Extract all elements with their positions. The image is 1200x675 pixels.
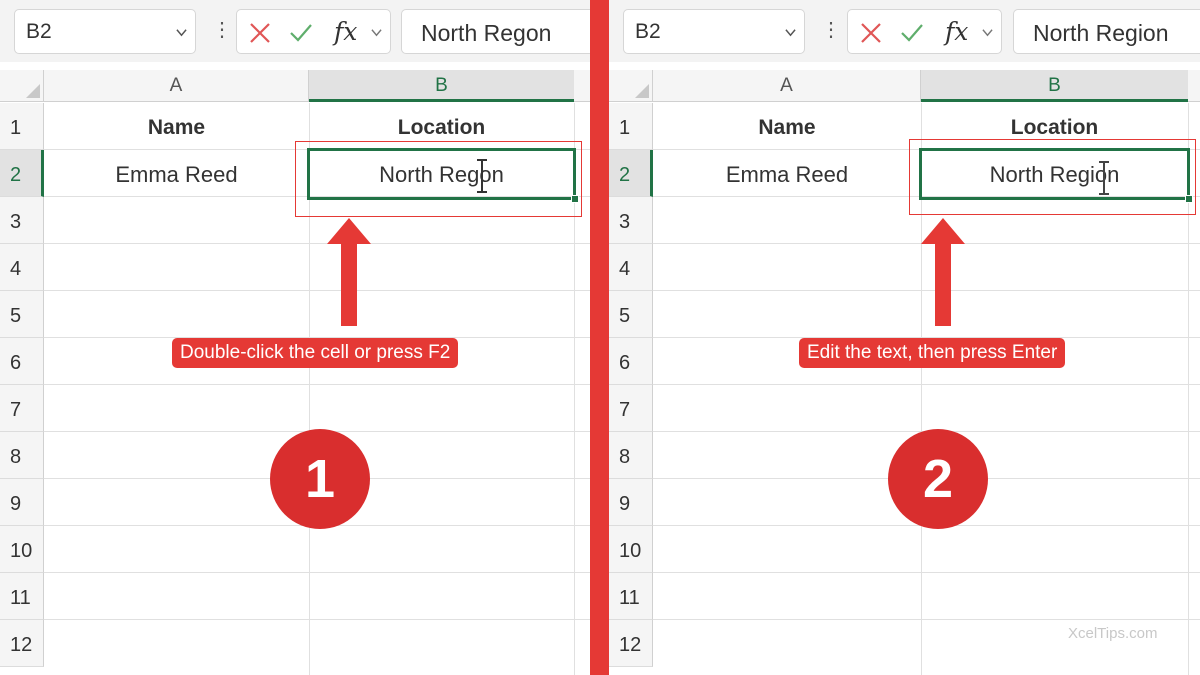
highlight-box [909,139,1196,215]
check-icon[interactable] [900,21,924,45]
panel-divider [590,0,609,675]
column-header-a[interactable]: A [653,70,921,102]
column-header-a[interactable]: A [44,70,309,102]
row-header-5[interactable]: 5 [609,291,653,338]
row-header-5[interactable]: 5 [0,291,44,338]
step-2-panel: B2 ⋮ fx North Region A B 1 2 3 4 5 6 7 8… [609,0,1200,675]
column-header-b[interactable]: B [309,70,574,102]
column-header-c[interactable] [1188,70,1200,102]
formula-bar: B2 ⋮ fx North Region [609,0,1200,62]
column-header-b[interactable]: B [921,70,1188,102]
row-header-8[interactable]: 8 [609,432,653,479]
row-header-10[interactable]: 10 [0,526,44,573]
gridline [44,572,590,573]
arrow-up-icon [921,218,965,326]
vertical-ellipsis-icon[interactable]: ⋮ [821,19,841,41]
formula-buttons: fx [847,9,1002,54]
name-box-value: B2 [26,20,52,43]
gridline [44,243,590,244]
fx-icon[interactable]: fx [945,17,968,46]
row-header-2[interactable]: 2 [609,150,653,197]
column-header-c[interactable] [574,70,590,102]
step-badge: 1 [270,429,370,529]
row-header-1[interactable]: 1 [609,103,653,150]
x-icon[interactable] [859,21,883,45]
row-header-7[interactable]: 7 [609,385,653,432]
check-icon[interactable] [289,21,313,45]
row-header-4[interactable]: 4 [0,244,44,291]
gridline [653,619,1200,620]
row-header-4[interactable]: 4 [609,244,653,291]
row-header-7[interactable]: 7 [0,385,44,432]
fx-icon[interactable]: fx [334,17,357,46]
instruction-label: Edit the text, then press Enter [799,338,1066,368]
arrow-up-icon [327,218,371,326]
gridline [653,384,1200,385]
x-icon[interactable] [248,21,272,45]
highlight-box [295,141,582,217]
row-header-2[interactable]: 2 [0,150,44,197]
select-all-corner[interactable] [609,70,653,102]
formula-input-value: North Region [1033,20,1169,46]
chevron-down-icon[interactable] [785,27,796,38]
gridline [44,384,590,385]
gridline [44,290,590,291]
chevron-down-icon[interactable] [982,27,993,38]
vertical-ellipsis-icon[interactable]: ⋮ [212,19,232,41]
chevron-down-icon[interactable] [176,27,187,38]
chevron-down-icon[interactable] [371,27,382,38]
formula-bar: B2 ⋮ fx North Regon [0,0,590,62]
formula-input[interactable]: North Region [1013,9,1200,54]
cell-a1[interactable]: Name [44,103,309,150]
name-box[interactable]: B2 [14,9,196,54]
select-all-corner[interactable] [0,70,44,102]
gridline [653,572,1200,573]
cell-a2[interactable]: Emma Reed [653,150,921,197]
row-header-8[interactable]: 8 [0,432,44,479]
row-header-12[interactable]: 12 [0,620,44,667]
row-header-3[interactable]: 3 [0,197,44,244]
cell-a1[interactable]: Name [653,103,921,150]
formula-buttons: fx [236,9,391,54]
row-header-11[interactable]: 11 [609,573,653,620]
row-header-12[interactable]: 12 [609,620,653,667]
step-badge: 2 [888,429,988,529]
row-header-11[interactable]: 11 [0,573,44,620]
watermark: XcelTips.com [1068,625,1158,642]
cell-a2[interactable]: Emma Reed [44,150,309,197]
row-header-10[interactable]: 10 [609,526,653,573]
row-header-6[interactable]: 6 [0,338,44,385]
row-header-3[interactable]: 3 [609,197,653,244]
row-header-9[interactable]: 9 [0,479,44,526]
name-box-value: B2 [635,20,661,43]
row-header-9[interactable]: 9 [609,479,653,526]
name-box[interactable]: B2 [623,9,805,54]
row-header-6[interactable]: 6 [609,338,653,385]
gridline [44,619,590,620]
formula-input-value: North Regon [421,20,552,46]
instruction-label: Double-click the cell or press F2 [172,338,459,368]
row-header-1[interactable]: 1 [0,103,44,150]
formula-input[interactable]: North Regon [401,9,590,54]
step-1-panel: B2 ⋮ fx North Regon A B 1 2 3 4 5 6 7 8 … [0,0,590,675]
